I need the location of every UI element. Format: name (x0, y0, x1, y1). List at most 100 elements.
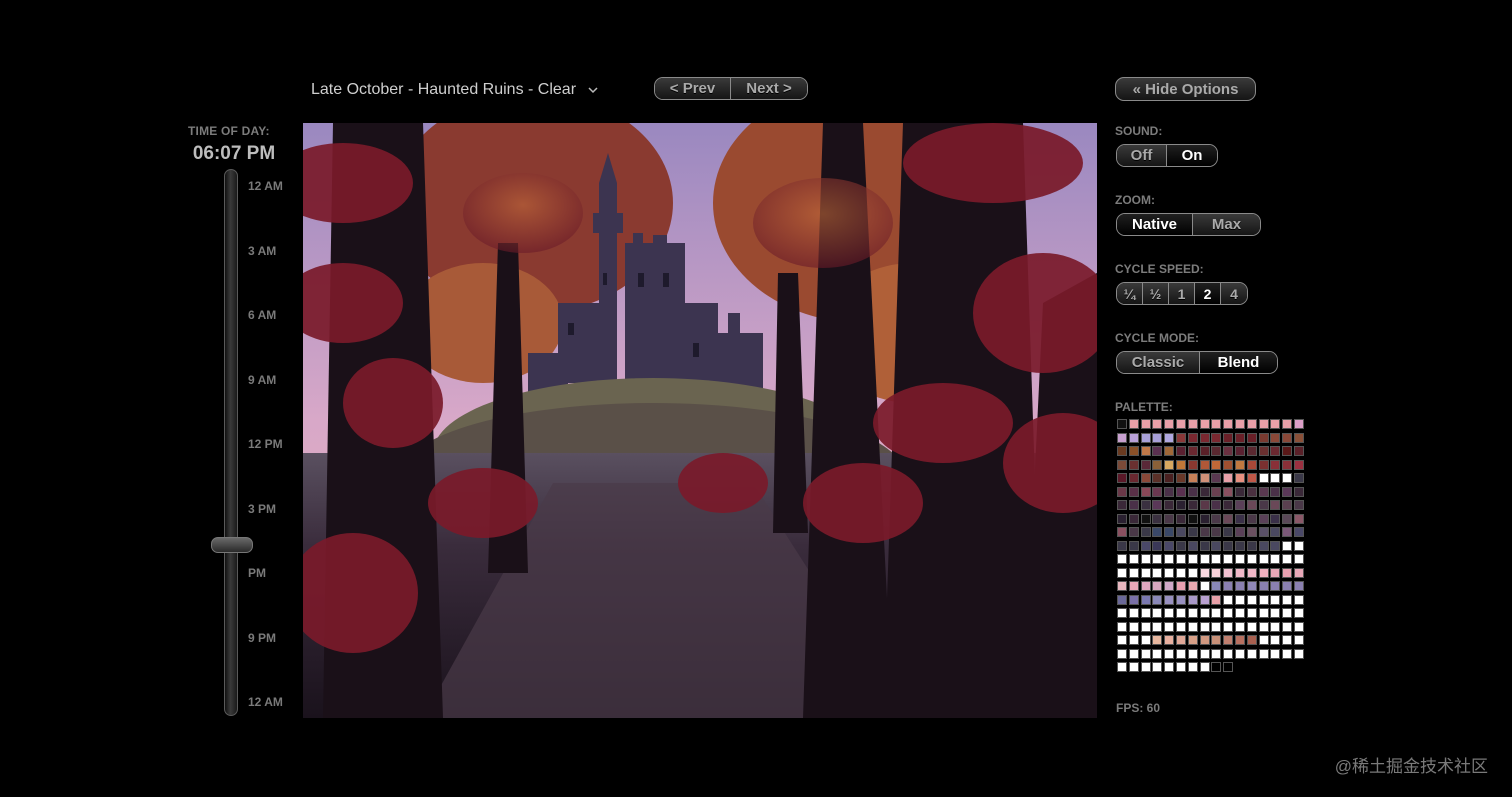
prev-button[interactable]: < Prev (655, 78, 731, 99)
palette-swatch (1234, 567, 1245, 578)
palette-swatch (1128, 662, 1139, 672)
palette-swatch (1175, 459, 1186, 470)
palette-swatch (1270, 594, 1281, 605)
palette-swatch (1246, 581, 1257, 591)
scene-select-dropdown[interactable]: Late October - Haunted Ruins - Clear (311, 78, 600, 102)
mode-blend-button[interactable]: Blend (1200, 352, 1277, 373)
palette-swatch (1223, 567, 1234, 578)
palette-swatch (1223, 446, 1234, 456)
palette-grid (1117, 419, 1304, 692)
palette-swatch (1175, 513, 1186, 524)
palette-swatch (1187, 446, 1198, 456)
palette-swatch (1211, 567, 1222, 578)
palette-swatch (1223, 459, 1234, 470)
speed-4-button[interactable]: 4 (1221, 283, 1247, 304)
palette-swatch (1282, 648, 1293, 659)
palette-swatch (1258, 540, 1269, 551)
palette-swatch (1258, 473, 1269, 483)
palette-swatch (1258, 446, 1269, 456)
palette-swatch (1117, 608, 1127, 618)
time-slider-thumb[interactable] (211, 536, 253, 553)
palette-swatch (1282, 554, 1293, 564)
cycle-speed-label: CYCLE SPEED: (1115, 262, 1204, 276)
palette-swatch (1152, 419, 1163, 429)
zoom-max-button[interactable]: Max (1193, 214, 1260, 235)
palette-swatch (1258, 459, 1269, 470)
palette-swatch (1175, 446, 1186, 456)
palette-swatch (1211, 486, 1222, 497)
palette-swatch (1164, 581, 1175, 591)
palette-swatch (1234, 446, 1245, 456)
palette-swatch (1128, 473, 1139, 483)
palette-swatch (1164, 594, 1175, 605)
palette-swatch (1234, 500, 1245, 510)
speed-quarter-button[interactable]: ¼ (1117, 283, 1143, 304)
palette-swatch (1199, 486, 1210, 497)
palette-swatch (1223, 513, 1234, 524)
speed-2-button[interactable]: 2 (1195, 283, 1221, 304)
palette-swatch (1293, 554, 1304, 564)
palette-swatch (1282, 459, 1293, 470)
sound-label: SOUND: (1115, 124, 1163, 138)
palette-swatch (1258, 554, 1269, 564)
palette-swatch (1187, 662, 1198, 672)
palette-swatch (1117, 635, 1127, 645)
palette-swatch (1293, 486, 1304, 497)
speed-1-button[interactable]: 1 (1169, 283, 1195, 304)
palette-swatch (1140, 527, 1151, 537)
palette-swatch (1175, 648, 1186, 659)
cycle-mode-label: CYCLE MODE: (1115, 331, 1199, 345)
time-of-day-value: 06:07 PM (192, 143, 276, 164)
palette-swatch (1152, 486, 1163, 497)
palette-swatch (1140, 648, 1151, 659)
palette-swatch (1258, 513, 1269, 524)
watermark: @稀土掘金技术社区 (1334, 757, 1488, 776)
palette-swatch (1187, 500, 1198, 510)
palette-swatch (1140, 662, 1151, 672)
palette-swatch (1293, 527, 1304, 537)
palette-swatch (1175, 581, 1186, 591)
palette-swatch (1293, 513, 1304, 524)
next-button[interactable]: Next > (731, 78, 807, 99)
palette-swatch (1270, 473, 1281, 483)
palette-swatch (1187, 621, 1198, 632)
time-slider-track[interactable] (224, 169, 238, 716)
palette-swatch (1117, 500, 1127, 510)
palette-swatch (1211, 540, 1222, 551)
speed-half-button[interactable]: ½ (1143, 283, 1169, 304)
palette-swatch (1140, 608, 1151, 618)
mode-classic-button[interactable]: Classic (1117, 352, 1200, 373)
palette-swatch (1282, 594, 1293, 605)
zoom-native-button[interactable]: Native (1117, 214, 1193, 235)
palette-swatch (1270, 527, 1281, 537)
palette-swatch (1293, 540, 1304, 551)
palette-swatch (1117, 527, 1127, 537)
palette-swatch (1282, 513, 1293, 524)
sound-toggle: Off On (1116, 144, 1218, 167)
palette-swatch (1270, 432, 1281, 443)
palette-swatch (1293, 419, 1304, 429)
hide-options-button[interactable]: « Hide Options (1115, 77, 1256, 101)
palette-swatch (1128, 500, 1139, 510)
palette-swatch (1246, 513, 1257, 524)
cycle-mode-toggle: Classic Blend (1116, 351, 1278, 374)
palette-swatch (1293, 581, 1304, 591)
sound-on-button[interactable]: On (1167, 145, 1217, 166)
palette-swatch (1234, 432, 1245, 443)
palette-swatch (1117, 473, 1127, 483)
palette-swatch (1282, 621, 1293, 632)
palette-swatch (1164, 473, 1175, 483)
time-tick: 9 PM (248, 630, 277, 645)
palette-swatch (1199, 621, 1210, 632)
palette-swatch (1223, 540, 1234, 551)
palette-swatch (1282, 540, 1293, 551)
palette-swatch (1246, 635, 1257, 645)
palette-swatch (1164, 432, 1175, 443)
palette-swatch (1117, 621, 1127, 632)
palette-swatch (1234, 540, 1245, 551)
palette-swatch (1117, 540, 1127, 551)
palette-swatch (1270, 419, 1281, 429)
palette-swatch (1246, 567, 1257, 578)
palette-swatch (1270, 567, 1281, 578)
sound-off-button[interactable]: Off (1117, 145, 1167, 166)
